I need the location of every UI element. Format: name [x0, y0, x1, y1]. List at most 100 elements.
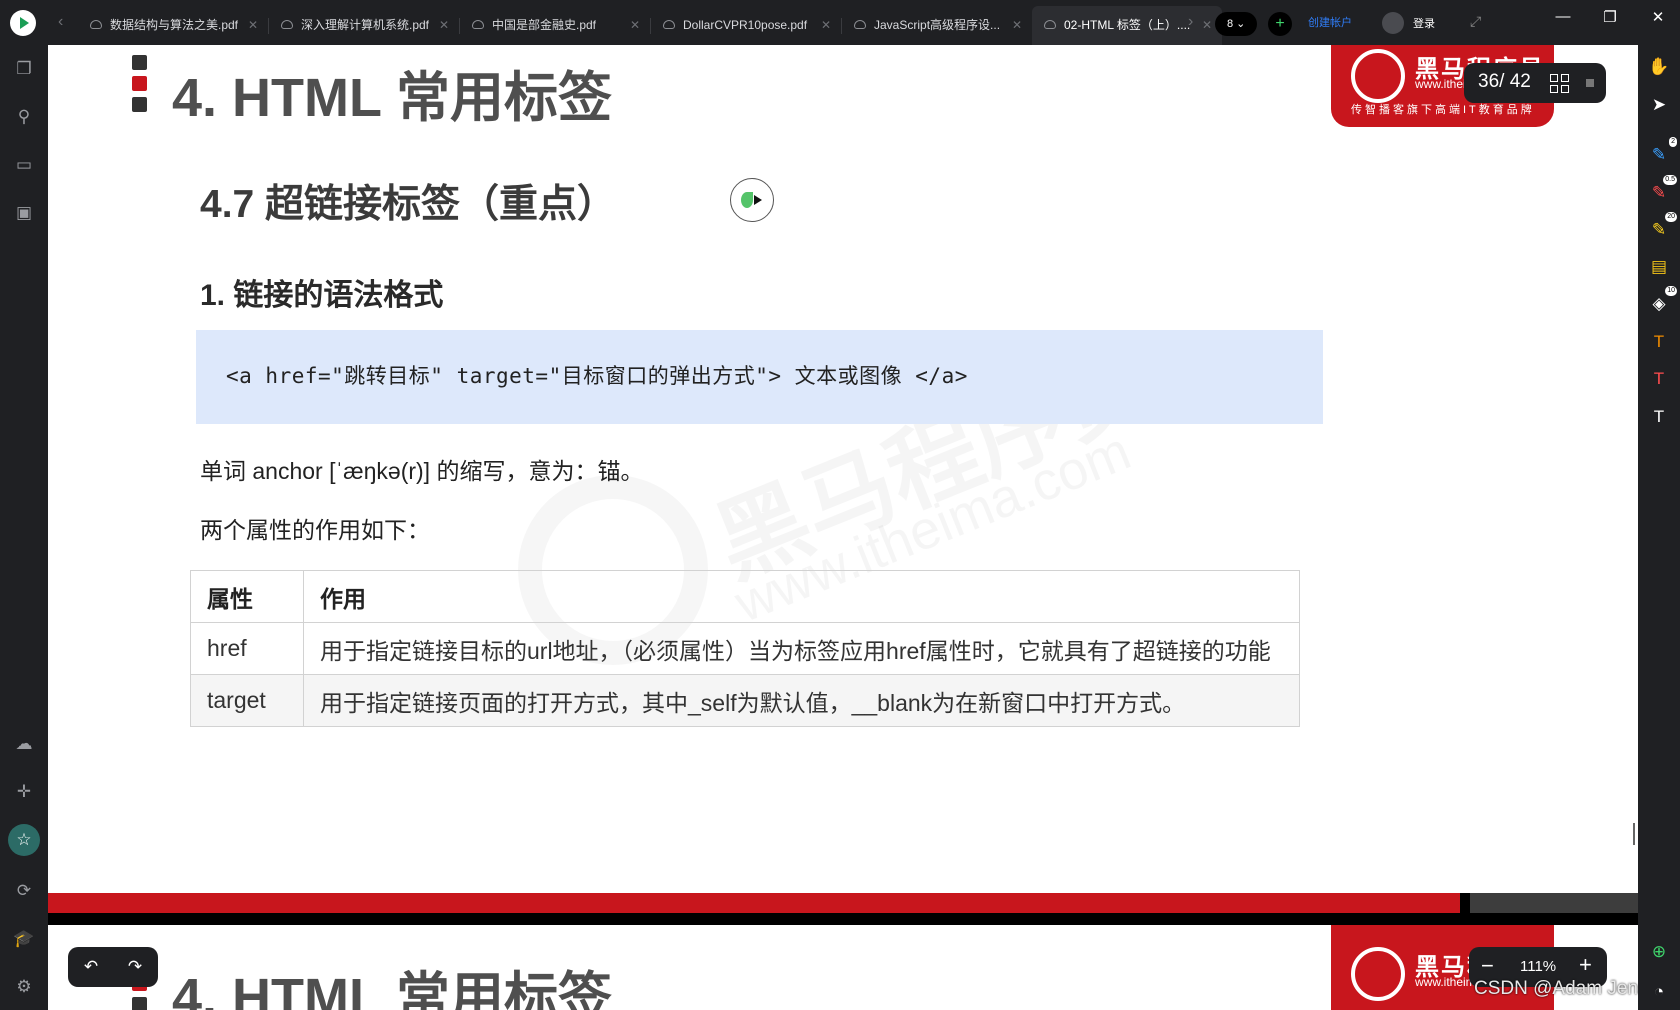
graduation-cap-icon[interactable]: 🎓: [12, 927, 36, 951]
highlighter-size-badge: 20: [1665, 212, 1677, 222]
settings-gear-icon[interactable]: ⚙: [12, 975, 36, 999]
tab-label: 中国是部金融史.pdf: [492, 18, 597, 32]
tab-label: 数据结构与算法之美.pdf: [110, 18, 239, 32]
new-tab-button[interactable]: +: [1268, 12, 1292, 36]
tab-document[interactable]: JavaScript高级程序设... ✕: [842, 6, 1032, 45]
table-header-cell: 属性: [190, 570, 304, 623]
link-sync-icon[interactable]: ⟳: [12, 879, 36, 903]
cloud-icon: [854, 20, 866, 29]
cloud-icon: [472, 20, 484, 29]
create-account-link[interactable]: 创建帐户: [1308, 14, 1352, 30]
more-tools-icon[interactable]: ◔: [1647, 980, 1671, 1004]
thumbnail-grid-icon[interactable]: [1550, 74, 1570, 94]
text-box-icon[interactable]: T: [1647, 330, 1671, 354]
brand-horse-icon: [1351, 947, 1405, 1001]
zoom-out-button[interactable]: −: [1481, 953, 1494, 979]
tab-close-icon[interactable]: ✕: [1012, 6, 1022, 45]
select-arrow-icon[interactable]: ➤: [1647, 93, 1671, 117]
slide-footer-bar: [48, 893, 1638, 925]
undo-redo-controls: ↶ ↷: [68, 947, 158, 987]
redo-icon[interactable]: ↷: [124, 956, 146, 978]
zoom-level[interactable]: 111%: [1520, 958, 1556, 975]
document-viewport[interactable]: 4. HTML 常用标签 黑马程序员 www.itheima.com 传智播客旗…: [48, 45, 1638, 1010]
user-avatar-icon[interactable]: [1382, 12, 1404, 34]
code-sample: <a href="跳转目标" target="目标窗口的弹出方式"> 文本或图像…: [226, 364, 968, 388]
slide-marker-icon: [132, 55, 147, 118]
highlighter-tool-icon[interactable]: ✎ 20: [1647, 212, 1677, 242]
restore-button[interactable]: ❐: [1600, 8, 1620, 26]
tab-document[interactable]: DollarCVPR10pose.pdf ✕: [651, 6, 841, 45]
tab-label: 02-HTML 标签（上）....: [1064, 18, 1191, 32]
table-header-row: 属性 作用: [190, 570, 1300, 623]
marker-tool-icon[interactable]: ✎ 0.5: [1647, 175, 1677, 205]
tab-close-icon[interactable]: ✕: [1202, 6, 1212, 45]
tab-list: 数据结构与算法之美.pdf ✕ 深入理解计算机系统.pdf ✕ 中国是部金融史.pd…: [78, 6, 1222, 45]
table-cell: target: [190, 674, 304, 727]
attributes-intro: 两个属性的作用如下：: [200, 517, 430, 543]
table-header-cell: 作用: [303, 570, 1300, 623]
right-toolbar: ✋ ➤ ✎ 2 ✎ 0.5 ✎ 20 ▤ ◈ 10 T T T ⊕ ◔: [1638, 45, 1680, 1010]
keyboard-icon[interactable]: ▭: [12, 153, 36, 177]
minimize-button[interactable]: —: [1553, 8, 1573, 25]
fullscreen-icon[interactable]: ⤢: [1470, 13, 1481, 30]
brand-horse-icon: [1351, 49, 1405, 103]
tab-scroll-left-icon[interactable]: ‹: [58, 12, 63, 32]
pen-size-badge: 2: [1669, 137, 1677, 147]
tab-close-icon[interactable]: ✕: [821, 6, 831, 45]
page-gap: [48, 913, 1638, 925]
pdf-page: 4. HTML 常用标签 黑马程序员 www.itheima.com 传智播客旗…: [48, 45, 1638, 893]
table-row: href 用于指定链接目标的url地址，（必须属性）当为标签应用href属性时，…: [190, 622, 1300, 675]
table-cell: href: [190, 622, 304, 675]
cloud-icon: [90, 20, 102, 29]
app-logo-icon[interactable]: [10, 10, 36, 36]
footer-gray-bar: [1470, 893, 1638, 913]
hand-tool-icon[interactable]: ✋: [1647, 55, 1671, 79]
marker-size-badge: 0.5: [1663, 175, 1677, 185]
cloud-icon: [281, 20, 293, 29]
undo-icon[interactable]: ↶: [80, 956, 102, 978]
tab-count-dropdown[interactable]: 8 ⌄: [1215, 12, 1257, 36]
close-window-button[interactable]: ✕: [1648, 8, 1668, 26]
floating-play-icon[interactable]: [730, 178, 774, 222]
tab-document[interactable]: 深入理解计算机系统.pdf ✕: [269, 6, 459, 45]
tab-scroll-right-icon[interactable]: ›: [1188, 12, 1193, 32]
scroll-indicator[interactable]: [1633, 823, 1635, 845]
save-icon[interactable]: ▣: [12, 201, 36, 225]
favorites-star-icon[interactable]: ☆: [8, 824, 40, 856]
sticky-note-icon[interactable]: ▤: [1647, 255, 1671, 279]
add-tool-icon[interactable]: ✛: [12, 780, 36, 804]
eraser-size-badge: 10: [1665, 286, 1677, 296]
page-counter[interactable]: 36/ 42: [1464, 63, 1606, 103]
section-heading: 4.7 超链接标签（重点）: [200, 183, 617, 226]
attributes-table: 属性 作用 href 用于指定链接目标的url地址，（必须属性）当为标签应用hr…: [190, 570, 1300, 727]
tab-close-icon[interactable]: ✕: [630, 6, 640, 45]
zoom-in-button[interactable]: +: [1579, 952, 1592, 978]
pages-icon[interactable]: ❐: [12, 57, 36, 81]
cloud-sync-icon[interactable]: ☁: [12, 732, 36, 756]
anchor-note: 单词 anchor [ˈæŋkə(r)] 的缩写，意为：锚。: [200, 458, 644, 484]
slide-title: 4. HTML 常用标签: [172, 968, 613, 1010]
login-link[interactable]: 登录: [1413, 15, 1435, 31]
binoculars-icon[interactable]: ⚲: [12, 105, 36, 129]
pen-tool-icon[interactable]: ✎ 2: [1647, 137, 1677, 167]
brand-slogan: 传智播客旗下高端IT教育品牌: [1351, 104, 1535, 116]
table-row: target 用于指定链接页面的打开方式，其中_self为默认值，__blank…: [190, 674, 1300, 727]
table-cell: 用于指定链接页面的打开方式，其中_self为默认值，__blank为在新窗口中打…: [303, 674, 1300, 727]
tab-bar: ‹ 数据结构与算法之美.pdf ✕ 深入理解计算机系统.pdf ✕ 中国是部金融史.…: [0, 0, 1680, 45]
tab-document-active[interactable]: 02-HTML 标签（上）.... ✕: [1032, 6, 1222, 45]
text-style-icon[interactable]: T: [1647, 367, 1671, 391]
tab-document[interactable]: 数据结构与算法之美.pdf ✕: [78, 6, 268, 45]
add-annotation-icon[interactable]: ⊕: [1647, 940, 1671, 964]
tab-document[interactable]: 中国是部金融史.pdf ✕: [460, 6, 650, 45]
eraser-tool-icon[interactable]: ◈ 10: [1647, 286, 1677, 316]
text-underline-icon[interactable]: T: [1647, 405, 1671, 429]
page-mode-icon[interactable]: [1586, 79, 1594, 87]
tab-label: 深入理解计算机系统.pdf: [301, 18, 430, 32]
tab-label: DollarCVPR10pose.pdf: [683, 18, 808, 32]
subsection-heading: 1. 链接的语法格式: [200, 279, 444, 312]
cloud-icon: [663, 20, 675, 29]
left-sidebar: ❐ ⚲ ▭ ▣ ☁ ✛ ☆ ⟳ 🎓 ⚙: [0, 45, 48, 1010]
slide-title: 4. HTML 常用标签: [172, 68, 613, 128]
tab-close-icon[interactable]: ✕: [248, 6, 258, 45]
tab-close-icon[interactable]: ✕: [439, 6, 449, 45]
